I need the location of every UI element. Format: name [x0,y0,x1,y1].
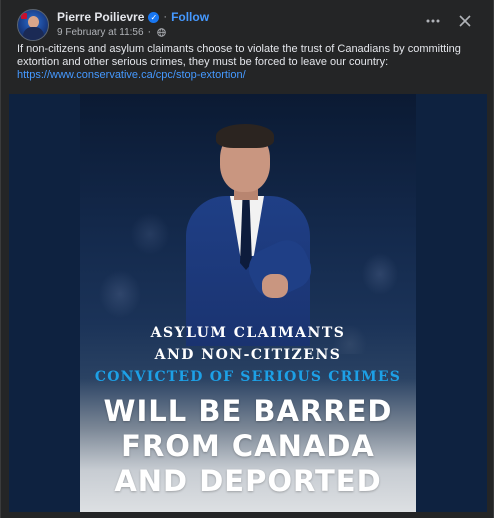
post-body: If non-citizens and asylum claimants cho… [17,43,461,68]
speaker-hair [216,124,274,148]
poster-line-5: FROM CANADA [121,429,375,463]
facebook-post: Pierre Poilievre ✓ · Follow 9 February a… [0,0,494,518]
poster-line-1: ASYLUM CLAIMANTS [150,325,346,341]
post-image[interactable]: ASYLUM CLAIMANTS AND NON-CITIZENS CONVIC… [9,94,487,512]
more-options-icon[interactable] [421,9,445,33]
speaker-fist [262,274,288,298]
follow-button[interactable]: Follow [171,10,209,24]
avatar-suit [23,27,44,40]
separator-dot: · [163,11,168,23]
flag-icon [21,13,27,19]
close-icon[interactable] [453,9,477,33]
post-link[interactable]: https://www.conservative.ca/cpc/stop-ext… [17,69,479,82]
poster-line-4: WILL BE BARRED [103,394,393,428]
campaign-poster: ASYLUM CLAIMANTS AND NON-CITIZENS CONVIC… [80,94,416,512]
post-timestamp[interactable]: 9 February at 11:56 [57,27,144,38]
poster-line-3: CONVICTED OF SERIOUS CRIMES [94,369,402,385]
globe-icon[interactable] [157,27,166,37]
speaker-photo [178,124,338,346]
post-meta: 9 February at 11:56 · [57,25,166,39]
poster-line-2: AND NON-CITIZENS [154,347,342,363]
author-name[interactable]: Pierre Poilievre [57,10,144,24]
meta-separator-dot: · [147,26,152,38]
poster-line-6: AND DEPORTED [114,464,382,498]
post-text: If non-citizens and asylum claimants cho… [17,43,479,82]
poster-headline: ASYLUM CLAIMANTS AND NON-CITIZENS CONVIC… [80,322,416,499]
verified-badge-icon: ✓ [148,11,160,23]
author-avatar[interactable] [17,9,49,41]
post-header: Pierre Poilievre ✓ · Follow 9 February a… [17,9,477,41]
header-actions [421,9,477,33]
author-row: Pierre Poilievre ✓ · Follow [57,9,209,25]
